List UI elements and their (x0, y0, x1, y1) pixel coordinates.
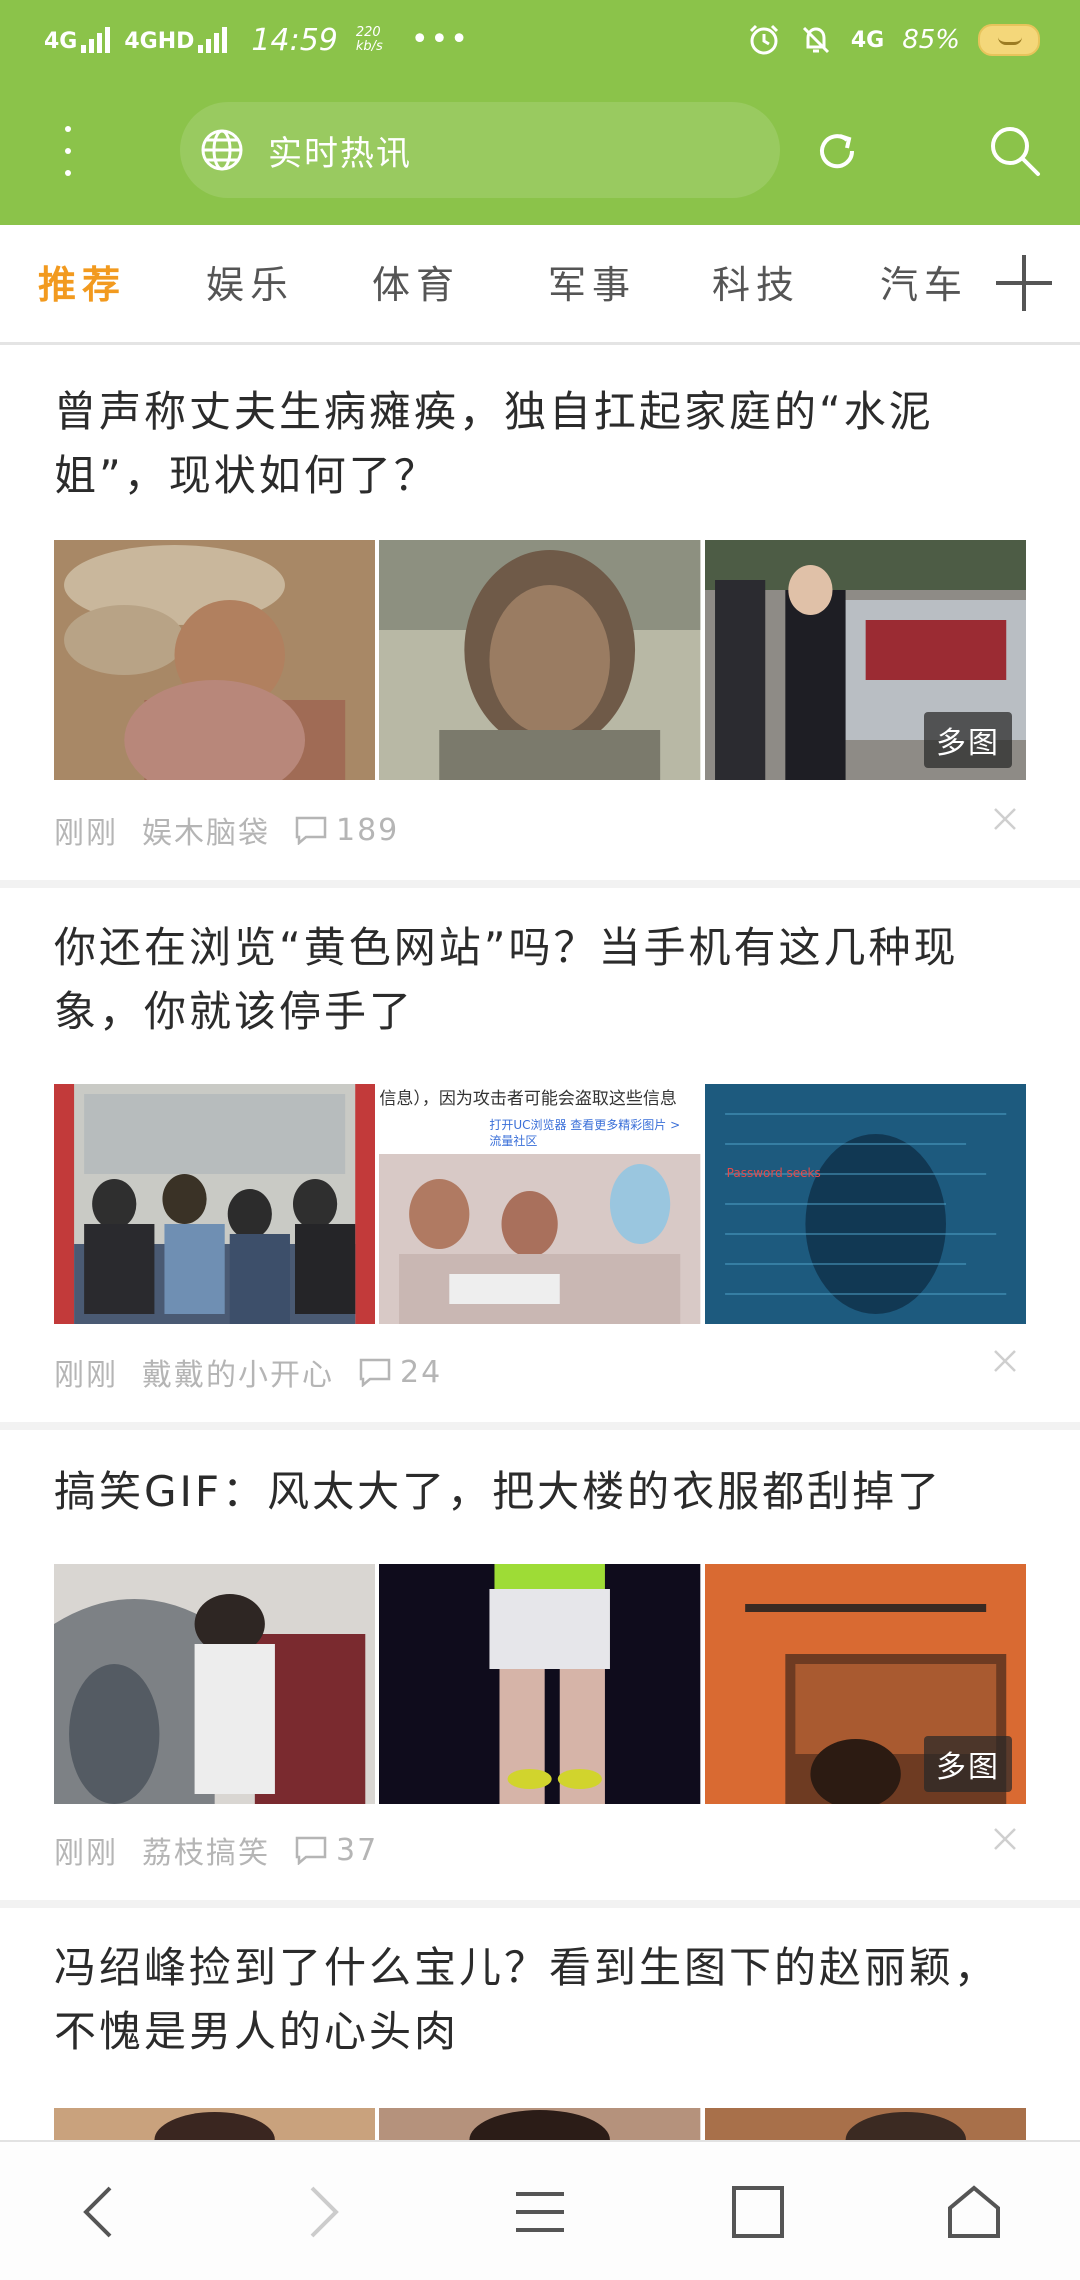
thumb-overlay-link: 打开UC浏览器 查看更多精彩图片 > (489, 1118, 681, 1132)
tab-auto[interactable]: 汽车 (880, 253, 968, 317)
publish-time: 刚刚 (54, 1358, 118, 1393)
thumbnail-image[interactable] (54, 1084, 376, 1324)
thumbnail-image[interactable] (54, 540, 376, 780)
tab-military[interactable]: 军事 (548, 253, 636, 317)
menu-icon (516, 2192, 564, 2232)
comment-count-value: 189 (336, 812, 400, 848)
news-title[interactable]: 曾声称丈夫生病瘫痪，独自扛起家庭的“水泥姐”，现状如何了？ (54, 380, 1014, 508)
news-title[interactable]: 你还在浏览“黄色网站”吗？当手机有这几种现象，你就该停手了 (54, 916, 1014, 1044)
thumbnail-image[interactable] (379, 1564, 701, 1804)
search-input[interactable]: 实时热讯 (180, 102, 780, 198)
speed-value: 220 (355, 25, 381, 40)
news-item[interactable]: 搞笑GIF：风太大了，把大楼的衣服都刮掉了 多图 刚刚 荔枝搞笑 37 (0, 1430, 1080, 1900)
search-placeholder: 实时热讯 (268, 133, 412, 174)
thumbnail-row: 多图 (54, 540, 1026, 780)
more-notifications-icon: ••• (410, 22, 470, 57)
news-item[interactable]: 冯绍峰捡到了什么宝儿？看到生图下的赵丽颖，不愧是男人的心头肉 (0, 1908, 1080, 2140)
tab-sports[interactable]: 体育 (372, 253, 460, 317)
battery-percent: 85% (902, 25, 960, 55)
news-meta: 刚刚 戴戴的小开心 24 (54, 1350, 442, 1394)
news-title[interactable]: 冯绍峰捡到了什么宝儿？看到生图下的赵丽颖，不愧是男人的心头肉 (54, 1936, 1014, 2064)
comment-count[interactable]: 189 (294, 813, 399, 848)
divider (0, 880, 1080, 888)
tab-technology[interactable]: 科技 (712, 253, 800, 317)
news-title[interactable]: 搞笑GIF：风太大了，把大楼的衣服都刮掉了 (54, 1460, 1014, 1524)
bottom-navigation (0, 2140, 1080, 2280)
network-label-1: 4G (44, 29, 78, 54)
forward-button[interactable] (280, 2172, 360, 2252)
network-speed: 220 kb/s (356, 26, 383, 54)
news-source[interactable]: 荔枝搞笑 (142, 1828, 270, 1872)
news-source[interactable]: 娱木脑袋 (142, 808, 270, 852)
signal-bars-icon (198, 27, 228, 53)
close-icon[interactable] (990, 1346, 1020, 1376)
battery-icon (978, 24, 1040, 56)
mute-icon (802, 26, 829, 54)
news-source[interactable]: 戴戴的小开心 (142, 1350, 334, 1394)
news-item[interactable]: 你还在浏览“黄色网站”吗？当手机有这几种现象，你就该停手了 信息），因为攻击者可… (0, 888, 1080, 1422)
clock: 14:59 (251, 22, 338, 58)
thumb-overlay-text: Password seeks (726, 1166, 821, 1180)
tabs-icon (732, 2186, 784, 2238)
news-meta: 刚刚 娱木脑袋 189 (54, 808, 399, 852)
thumbnail-image[interactable] (379, 540, 701, 780)
thumb-overlay-text: 信息），因为攻击者可能会盗取这些信息 (379, 1089, 677, 1109)
news-item[interactable]: 曾声称丈夫生病瘫痪，独自扛起家庭的“水泥姐”，现状如何了？ 多图 刚刚 娱木脑袋… (0, 348, 1080, 880)
comment-icon (295, 1836, 327, 1865)
close-icon[interactable] (990, 804, 1020, 834)
comment-count[interactable]: 37 (294, 1833, 378, 1868)
signal-1: 4G (44, 27, 111, 54)
multi-image-badge: 多图 (923, 1736, 1012, 1792)
divider (0, 1900, 1080, 1908)
refresh-icon[interactable] (812, 126, 862, 176)
back-button[interactable] (62, 2172, 142, 2252)
alarm-icon (749, 24, 778, 55)
status-bar: 4G 4GHD 14:59 220 kb/s ••• 4G 85% (0, 0, 1080, 80)
thumbnail-image[interactable] (379, 2108, 701, 2140)
menu-button[interactable] (500, 2172, 580, 2252)
thumbnail-image[interactable]: 多图 (704, 1564, 1026, 1804)
thumbnail-image[interactable] (704, 2108, 1026, 2140)
comment-icon (359, 1358, 391, 1387)
tab-entertainment[interactable]: 娱乐 (206, 253, 294, 317)
comment-count[interactable]: 24 (358, 1355, 442, 1390)
multi-image-badge: 多图 (923, 712, 1012, 768)
comment-count-value: 37 (336, 1832, 379, 1868)
network-label-right: 4G (850, 27, 885, 53)
add-channel-icon[interactable] (996, 255, 1052, 311)
thumbnail-row: 多图 (54, 1564, 1026, 1804)
news-meta: 刚刚 荔枝搞笑 37 (54, 1828, 378, 1872)
globe-icon (201, 129, 243, 171)
divider (0, 1422, 1080, 1430)
publish-time: 刚刚 (54, 1836, 118, 1871)
home-icon (948, 2185, 1000, 2238)
search-row: 实时热讯 (0, 92, 1080, 210)
comment-icon (295, 816, 327, 845)
thumbnail-row (54, 2108, 1026, 2140)
home-button[interactable] (934, 2172, 1014, 2252)
network-label-2: 4GHD (124, 29, 195, 54)
forward-icon (310, 2186, 339, 2238)
thumbnail-image[interactable] (54, 2108, 376, 2140)
tab-recommend[interactable]: 推荐 (38, 253, 126, 317)
thumb-overlay-caption: 流量社区 (489, 1134, 538, 1148)
thumbnail-image[interactable]: Password seeks (704, 1084, 1026, 1324)
close-icon[interactable] (990, 1824, 1020, 1854)
vertical-dots-icon[interactable] (48, 126, 88, 176)
publish-time: 刚刚 (54, 816, 118, 851)
thumbnail-image[interactable] (54, 1564, 376, 1804)
channel-tabs: 推荐 娱乐 体育 军事 科技 汽车 (0, 225, 1080, 345)
back-icon (83, 2186, 112, 2238)
thumbnail-image[interactable]: 信息），因为攻击者可能会盗取这些信息 打开UC浏览器 查看更多精彩图片 > 流量… (379, 1084, 701, 1324)
search-icon[interactable] (986, 122, 1042, 178)
speed-unit: kb/s (355, 39, 383, 54)
signal-bars-icon (81, 27, 111, 53)
tabs-button[interactable] (718, 2172, 798, 2252)
app-header: 4G 4GHD 14:59 220 kb/s ••• 4G 85% 实时热讯 (0, 0, 1080, 225)
comment-count-value: 24 (400, 1354, 443, 1390)
thumbnail-row: 信息），因为攻击者可能会盗取这些信息 打开UC浏览器 查看更多精彩图片 > 流量… (54, 1084, 1026, 1324)
signal-2: 4GHD (124, 27, 228, 54)
thumbnail-image[interactable]: 多图 (704, 540, 1026, 780)
